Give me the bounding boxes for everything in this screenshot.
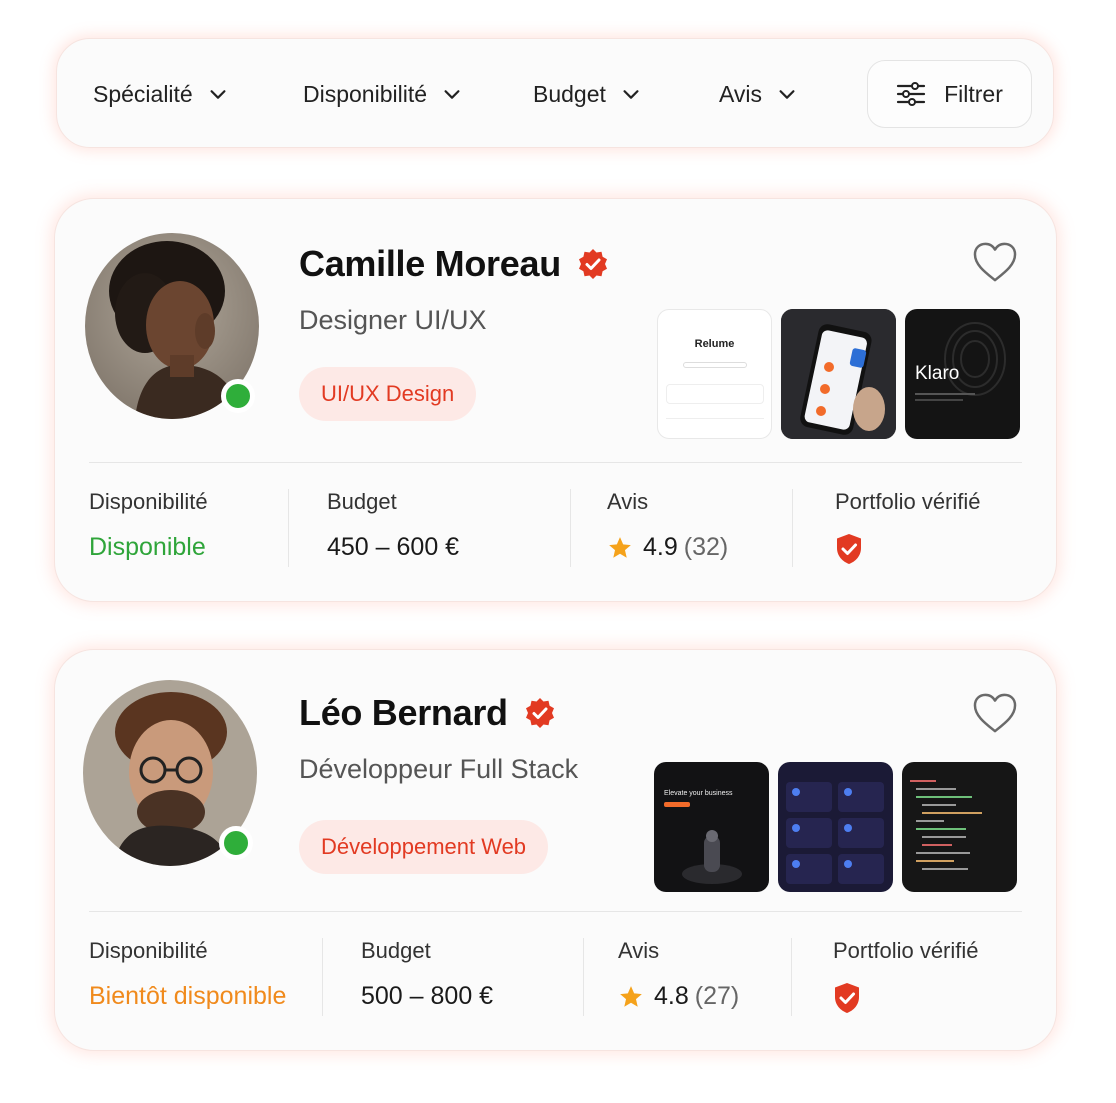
portfolio-verified [835, 533, 981, 565]
stat-reviews: Avis 4.9 (32) [607, 489, 728, 562]
chevron-down-icon [779, 90, 795, 99]
portfolio-thumbnails: Elevate your business [654, 762, 1017, 892]
name-row: Léo Bernard [299, 692, 556, 734]
freelancer-card[interactable]: Léo Bernard Développeur Full Stack Dével… [54, 649, 1057, 1051]
filter-label: Spécialité [93, 80, 193, 107]
budget-value: 450 – 600 € [327, 533, 460, 561]
review-count: (32) [683, 533, 729, 561]
stat-label: Avis [607, 489, 649, 514]
filter-button-label: Filtrer [944, 80, 1003, 107]
freelancer-role: Développeur Full Stack [299, 754, 579, 784]
stat-availability: Disponibilité Disponible [89, 489, 208, 562]
divider [288, 489, 289, 567]
rating-value: 4.9 (32) [607, 533, 728, 562]
stat-reviews: Avis 4.8 (27) [618, 938, 739, 1011]
filter-label: Disponibilité [303, 80, 428, 107]
stat-label: Budget [361, 938, 431, 963]
portfolio-thumb[interactable]: Elevate your business [654, 762, 769, 892]
rating-score: 4.9 [643, 533, 678, 561]
portfolio-thumb[interactable] [902, 762, 1017, 892]
filter-label: Budget [533, 80, 606, 107]
stat-label: Budget [327, 489, 397, 514]
online-status-indicator [219, 826, 253, 860]
stat-label: Portfolio vérifié [835, 489, 981, 514]
divider [89, 462, 1022, 463]
shield-check-icon [837, 534, 861, 564]
filter-label: Avis [719, 80, 763, 107]
stat-label: Disponibilité [89, 489, 208, 514]
stat-portfolio: Portfolio vérifié [835, 489, 981, 565]
filter-button[interactable]: Filtrer [867, 60, 1032, 128]
verified-badge-icon [525, 698, 554, 728]
portfolio-thumb[interactable] [781, 309, 896, 439]
avatar-container [85, 233, 263, 423]
portfolio-thumb[interactable]: Relume [657, 309, 772, 439]
sliders-icon [897, 82, 926, 106]
divider [322, 938, 323, 1016]
freelancer-name: Camille Moreau [299, 243, 561, 284]
stat-label: Avis [618, 938, 660, 963]
filter-specialite-dropdown[interactable]: Spécialité [93, 39, 229, 149]
stat-budget: Budget 450 – 600 € [327, 489, 459, 562]
freelancer-role: Designer UI/UX [299, 305, 487, 335]
rating-value: 4.8 (27) [618, 982, 739, 1011]
online-status-indicator [221, 379, 255, 413]
divider [791, 938, 792, 1016]
filter-bar: Spécialité Disponibilité Budget Avis Fil… [56, 38, 1054, 148]
specialty-tag[interactable]: UI/UX Design [299, 367, 477, 421]
stat-portfolio: Portfolio vérifié [833, 938, 979, 1014]
review-count: (27) [694, 982, 740, 1010]
stat-availability: Disponibilité Bientôt disponible [89, 938, 286, 1011]
freelancer-name: Léo Bernard [299, 692, 508, 733]
portfolio-thumbnails: Relume Klaro [657, 309, 1020, 439]
stat-budget: Budget 500 – 800 € [361, 938, 493, 1011]
portfolio-thumb[interactable]: Klaro [905, 309, 1020, 439]
budget-value: 500 – 800 € [361, 982, 494, 1010]
stat-label: Portfolio vérifié [833, 938, 979, 963]
availability-value: Bientôt disponible [89, 982, 287, 1010]
portfolio-verified [833, 982, 979, 1014]
portfolio-thumb-title: Klaro [915, 363, 960, 384]
filter-avis-dropdown[interactable]: Avis [719, 39, 798, 149]
portfolio-thumb-title: Relume [694, 338, 735, 350]
specialty-tag[interactable]: Développement Web [299, 820, 549, 874]
portfolio-thumb[interactable] [778, 762, 893, 892]
freelancer-card[interactable]: Camille Moreau Designer UI/UX UI/UX Desi… [54, 198, 1057, 602]
divider [792, 489, 793, 567]
filter-budget-dropdown[interactable]: Budget [533, 39, 642, 149]
availability-value: Disponible [89, 533, 206, 561]
filter-disponibilite-dropdown[interactable]: Disponibilité [303, 39, 463, 149]
star-icon [609, 536, 631, 558]
chevron-down-icon [210, 90, 226, 99]
divider [570, 489, 571, 567]
divider [583, 938, 584, 1016]
name-row: Camille Moreau [299, 243, 609, 285]
chevron-down-icon [623, 90, 639, 99]
favorite-heart-icon[interactable] [972, 241, 1018, 283]
chevron-down-icon [444, 90, 460, 99]
verified-badge-icon [578, 249, 607, 279]
divider [89, 911, 1022, 912]
shield-check-icon [835, 983, 859, 1013]
avatar-container [83, 680, 261, 870]
rating-score: 4.8 [654, 982, 689, 1010]
favorite-heart-icon[interactable] [972, 692, 1018, 734]
stat-label: Disponibilité [89, 938, 208, 963]
star-icon [620, 985, 642, 1007]
